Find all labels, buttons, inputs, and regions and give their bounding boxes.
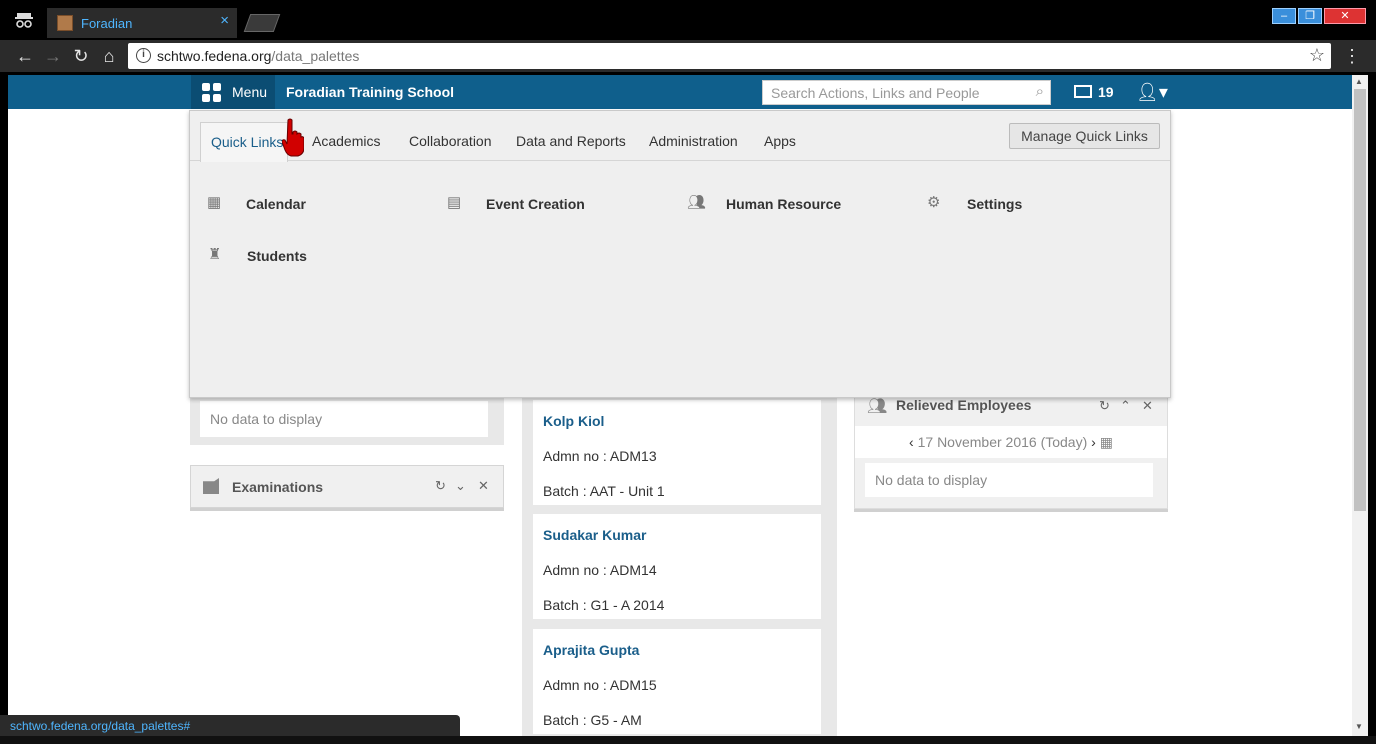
relieved-employees-widget: 👥︎ Relieved Employees ↻ ⌃ ✕ ‹ 17 Novembe… (854, 385, 1168, 509)
relieved-employees-icon: 👥︎ (867, 398, 888, 415)
student-batch: Batch : G1 - A 2014 (543, 597, 665, 613)
quick-link-settings[interactable]: Settings (967, 196, 1022, 212)
refresh-icon[interactable]: ↻ (435, 478, 446, 494)
collapse-icon[interactable]: ⌃ (1120, 398, 1131, 414)
student-batch: Batch : AAT - Unit 1 (543, 483, 665, 499)
address-bar[interactable]: i schtwo.fedena.org/data_palettes ☆ (128, 43, 1331, 69)
list-item: Aprajita Gupta Admn no : ADM15 Batch : G… (533, 629, 821, 734)
favicon-icon (57, 15, 73, 31)
close-icon[interactable]: ✕ (478, 478, 489, 494)
reload-icon[interactable]: ↻ (70, 45, 92, 67)
tab-close-icon[interactable]: × (220, 12, 229, 29)
tab-quick-links[interactable]: Quick Links (200, 122, 288, 162)
scroll-down-icon[interactable]: ▼ (1355, 722, 1363, 731)
menu-tabs: Quick Links Academics Collaboration Data… (190, 111, 1170, 162)
menu-button[interactable]: Menu (191, 75, 275, 109)
relieved-employees-title: Relieved Employees (896, 397, 1032, 413)
list-item: Sudakar Kumar Admn no : ADM14 Batch : G1… (533, 514, 821, 619)
students-widget: Kolp Kiol Admn no : ADM13 Batch : AAT - … (522, 390, 837, 736)
page-scrollbar[interactable]: ▲ ▼ (1352, 75, 1368, 736)
scrollbar-thumb[interactable] (1354, 89, 1366, 511)
menu-dropdown: Quick Links Academics Collaboration Data… (189, 110, 1171, 398)
mail-count[interactable]: 19 (1098, 84, 1114, 100)
student-admission: Admn no : ADM13 (543, 448, 657, 464)
student-admission: Admn no : ADM15 (543, 677, 657, 693)
url-text: schtwo.fedena.org/data_palettes (157, 48, 360, 64)
expand-icon[interactable]: ⌄ (455, 478, 466, 494)
mail-icon[interactable] (1074, 85, 1092, 98)
minimize-button[interactable]: – (1272, 8, 1296, 24)
user-icon[interactable]: 👤︎▾ (1136, 82, 1168, 103)
bookmark-star-icon[interactable]: ☆ (1309, 45, 1325, 66)
menu-label: Menu (232, 84, 268, 100)
tab-apps[interactable]: Apps (764, 133, 796, 149)
list-item: Kolp Kiol Admn no : ADM13 Batch : AAT - … (533, 400, 821, 505)
student-name[interactable]: Aprajita Gupta (543, 642, 639, 658)
next-date-icon[interactable]: › (1091, 434, 1096, 450)
app-header: Menu Foradian Training School Search Act… (8, 75, 1352, 109)
examinations-icon (203, 478, 219, 494)
manage-quick-links-button[interactable]: Manage Quick Links (1009, 123, 1160, 149)
refresh-icon[interactable]: ↻ (1099, 398, 1110, 414)
close-window-button[interactable]: ✕ (1324, 8, 1366, 24)
student-batch: Batch : G5 - AM (543, 712, 642, 728)
settings-icon: ⚙ (927, 194, 941, 211)
event-creation-icon: ▤ (447, 194, 462, 211)
students-icon: ♜ (208, 246, 222, 263)
browser-titlebar: Foradian × – ❐ ✕ (0, 0, 1376, 40)
info-icon[interactable]: i (136, 48, 151, 63)
tab-data-and-reports[interactable]: Data and Reports (516, 133, 626, 149)
restore-button[interactable]: ❐ (1298, 8, 1322, 24)
back-icon[interactable]: ← (14, 45, 36, 67)
date-navigator: ‹ 17 November 2016 (Today) › ▦ (855, 426, 1167, 458)
student-name[interactable]: Kolp Kiol (543, 413, 604, 429)
scroll-up-icon[interactable]: ▲ (1355, 77, 1363, 86)
examinations-title: Examinations (232, 479, 324, 495)
close-icon[interactable]: ✕ (1142, 398, 1153, 414)
tab-academics[interactable]: Academics (312, 133, 380, 149)
student-admission: Admn no : ADM14 (543, 562, 657, 578)
hand-pointer-icon (282, 118, 304, 157)
calendar-picker-icon[interactable]: ▦ (1100, 434, 1113, 450)
search-icon[interactable]: ⌕ (1036, 83, 1044, 100)
new-tab-button[interactable] (243, 14, 281, 32)
browser-menu-icon[interactable]: ⋮ (1343, 46, 1361, 67)
page-viewport: Menu Foradian Training School Search Act… (8, 75, 1352, 736)
prev-date-icon[interactable]: ‹ (909, 434, 914, 450)
grid-menu-icon (202, 83, 221, 102)
tab-collaboration[interactable]: Collaboration (409, 133, 492, 149)
quick-link-event-creation[interactable]: Event Creation (486, 196, 585, 212)
quick-link-human-resource[interactable]: Human Resource (726, 196, 841, 212)
browser-tab[interactable]: Foradian × (47, 8, 237, 38)
quick-link-students[interactable]: Students (247, 248, 307, 264)
calendar-icon: ▦ (207, 194, 222, 211)
student-name[interactable]: Sudakar Kumar (543, 527, 646, 543)
incognito-icon (15, 13, 33, 28)
status-bar: schtwo.fedena.org/data_palettes# (0, 715, 460, 737)
quick-link-calendar[interactable]: Calendar (246, 196, 306, 212)
tab-title: Foradian (81, 16, 133, 31)
app-search-input[interactable]: Search Actions, Links and People ⌕ (762, 80, 1051, 105)
home-icon[interactable]: ⌂ (98, 45, 120, 67)
forward-icon[interactable]: → (42, 45, 64, 67)
taskbar (0, 736, 1376, 744)
current-date: 17 November 2016 (Today) (917, 434, 1088, 450)
examinations-widget: Examinations ↻ ⌄ ✕ (190, 465, 504, 508)
left-widget-empty: No data to display (200, 401, 488, 437)
tab-administration[interactable]: Administration (649, 133, 738, 149)
relieved-empty: No data to display (865, 463, 1153, 497)
human-resource-icon: 👥︎ (687, 194, 707, 211)
school-name[interactable]: Foradian Training School (286, 84, 454, 100)
